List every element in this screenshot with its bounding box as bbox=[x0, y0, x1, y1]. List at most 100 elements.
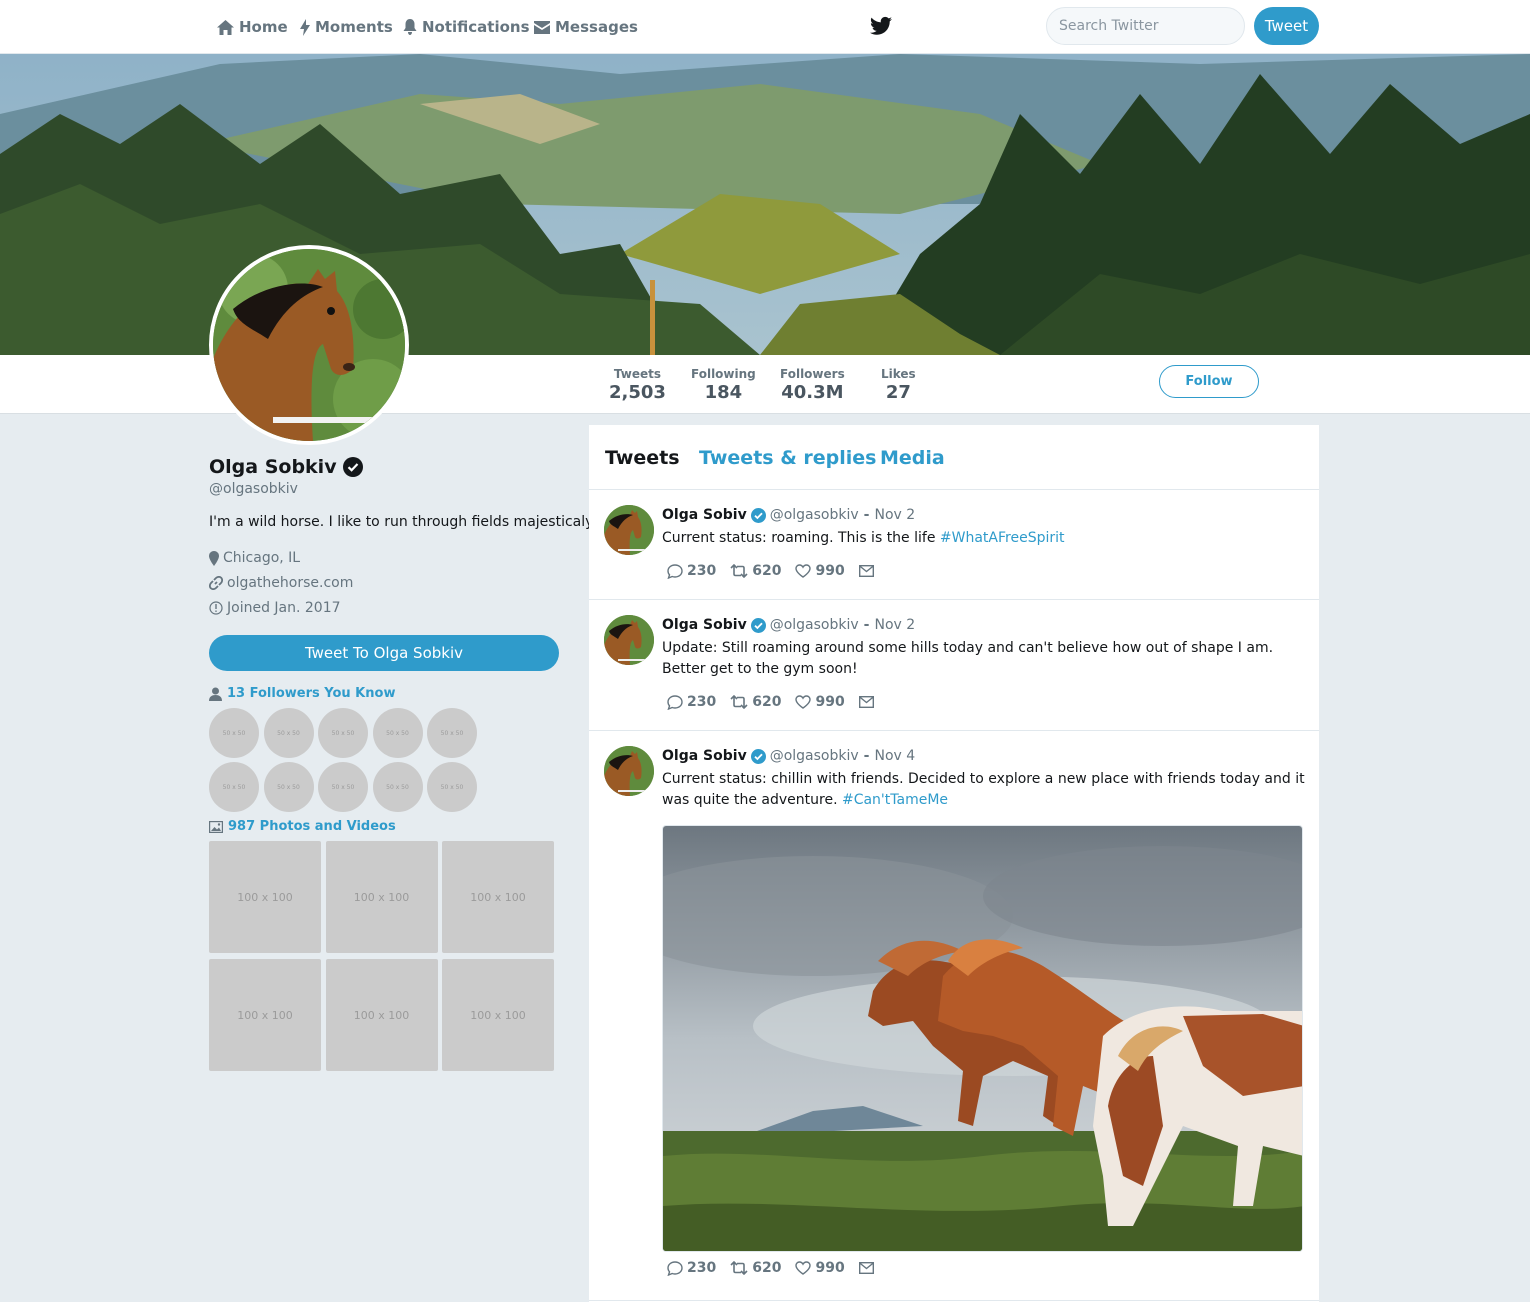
tweet-avatar[interactable] bbox=[604, 505, 654, 555]
tweet-hashtag[interactable]: #Can'tTameMe bbox=[842, 792, 948, 808]
stat-following-label: Following bbox=[691, 367, 756, 381]
profile-avatar[interactable] bbox=[209, 245, 409, 445]
tweet-to-button[interactable]: Tweet To Olga Sobkiv bbox=[209, 635, 559, 671]
profile-name: Olga Sobkiv bbox=[209, 456, 363, 478]
followers-you-know-link[interactable]: 13 Followers You Know bbox=[209, 686, 395, 701]
direct-message-button[interactable] bbox=[858, 1262, 874, 1274]
follow-button[interactable]: Follow bbox=[1159, 365, 1259, 398]
reply-button[interactable]: 230 bbox=[667, 563, 716, 579]
photo-thumbnail[interactable]: 100 x 100 bbox=[442, 959, 554, 1071]
retweet-icon bbox=[730, 1261, 748, 1275]
stat-likes-value: 27 bbox=[885, 382, 911, 403]
like-button[interactable]: 990 bbox=[795, 563, 845, 579]
nav-home[interactable]: Home bbox=[217, 16, 288, 38]
stat-tweets[interactable]: Tweets 2,503 bbox=[609, 367, 666, 403]
tweet-actions: 230 620 990 bbox=[667, 694, 888, 710]
follower-avatar[interactable]: 50 x 50 bbox=[372, 708, 423, 758]
stat-likes[interactable]: Likes 27 bbox=[881, 367, 916, 403]
profile-location: Chicago, IL bbox=[209, 550, 300, 566]
tweet-button[interactable]: Tweet bbox=[1254, 7, 1319, 45]
tweet-author-handle[interactable]: @olgasobkiv bbox=[770, 748, 859, 764]
follower-avatar[interactable]: 50 x 50 bbox=[209, 708, 259, 758]
follower-avatar[interactable]: 50 x 50 bbox=[209, 762, 259, 812]
user-icon bbox=[209, 687, 222, 701]
tweet-header: Olga Sobiv @olgasobkiv - Nov 2 bbox=[662, 617, 915, 633]
tab-tweets[interactable]: Tweets bbox=[605, 447, 680, 469]
tab-tweets-replies[interactable]: Tweets & replies bbox=[699, 447, 876, 469]
tweet-body: Current status: roaming. This is the lif… bbox=[662, 530, 940, 546]
tweet[interactable]: Olga Sobiv @olgasobkiv - Nov 4 Current s… bbox=[589, 731, 1319, 1301]
reply-count: 230 bbox=[687, 563, 717, 579]
tweet-avatar[interactable] bbox=[604, 746, 654, 796]
tweet-actions: 230 620 990 bbox=[667, 563, 888, 579]
photo-thumbnail[interactable]: 100 x 100 bbox=[209, 841, 321, 953]
reply-button[interactable]: 230 bbox=[667, 694, 716, 710]
photos-videos-link[interactable]: 987 Photos and Videos bbox=[209, 819, 396, 834]
heart-icon bbox=[795, 564, 812, 578]
verified-badge-icon bbox=[750, 748, 766, 764]
nav-messages[interactable]: Messages bbox=[534, 16, 638, 38]
reply-icon bbox=[667, 694, 683, 710]
profile-website[interactable]: olgathehorse.com bbox=[209, 575, 353, 591]
reply-button[interactable]: 230 bbox=[667, 1260, 716, 1276]
photo-thumbnail[interactable]: 100 x 100 bbox=[442, 841, 554, 953]
retweet-button[interactable]: 620 bbox=[730, 1260, 781, 1276]
profile-bio: I'm a wild horse. I like to run through … bbox=[209, 514, 596, 530]
search-input[interactable] bbox=[1046, 7, 1245, 45]
direct-message-button[interactable] bbox=[858, 565, 874, 577]
reply-count: 230 bbox=[687, 1260, 717, 1276]
tweet[interactable]: Olga Sobiv @olgasobkiv - Nov 2 Current s… bbox=[589, 490, 1319, 600]
photo-thumbnail[interactable]: 100 x 100 bbox=[325, 841, 438, 953]
map-pin-icon bbox=[209, 550, 219, 566]
stat-following[interactable]: Following 184 bbox=[691, 367, 756, 403]
tweet-hashtag[interactable]: #WhatAFreeSpirit bbox=[940, 530, 1065, 546]
tweet-date[interactable]: Nov 4 bbox=[874, 748, 915, 764]
tweet-author-name[interactable]: Olga Sobiv bbox=[662, 617, 747, 633]
follower-avatar[interactable]: 50 x 50 bbox=[318, 708, 368, 758]
tab-media[interactable]: Media bbox=[880, 447, 945, 469]
tweet-media-image[interactable] bbox=[662, 825, 1303, 1252]
photo-thumbnail[interactable]: 100 x 100 bbox=[325, 959, 438, 1071]
tweet[interactable]: Olga Sobiv @olgasobkiv - Nov 2 Update: S… bbox=[589, 600, 1319, 731]
nav-moments[interactable]: Moments bbox=[300, 16, 393, 38]
tweet-date[interactable]: Nov 2 bbox=[874, 507, 915, 523]
tweet-author-name[interactable]: Olga Sobiv bbox=[662, 748, 747, 764]
tweet-author-handle[interactable]: @olgasobkiv bbox=[770, 507, 859, 523]
stat-followers[interactable]: Followers 40.3M bbox=[780, 367, 845, 403]
tweet-author-name[interactable]: Olga Sobiv bbox=[662, 507, 747, 523]
like-button[interactable]: 990 bbox=[795, 1260, 845, 1276]
stat-tweets-label: Tweets bbox=[613, 367, 662, 381]
like-button[interactable]: 990 bbox=[795, 694, 845, 710]
retweet-count: 620 bbox=[752, 694, 782, 710]
twitter-bird-icon[interactable] bbox=[870, 16, 892, 36]
tweet-avatar[interactable] bbox=[604, 615, 654, 665]
follower-avatar[interactable]: 50 x 50 bbox=[263, 708, 314, 758]
follower-avatar[interactable]: 50 x 50 bbox=[427, 762, 477, 812]
follower-avatar[interactable]: 50 x 50 bbox=[372, 762, 423, 812]
follower-avatar[interactable]: 50 x 50 bbox=[318, 762, 368, 812]
nav-moments-label: Moments bbox=[315, 18, 393, 36]
follower-avatar[interactable]: 50 x 50 bbox=[263, 762, 314, 812]
profile-name-text: Olga Sobkiv bbox=[209, 456, 337, 478]
like-count: 990 bbox=[815, 694, 845, 710]
retweet-button[interactable]: 620 bbox=[730, 694, 781, 710]
direct-message-button[interactable] bbox=[858, 696, 874, 708]
photos-grid: 100 x 100 100 x 100 100 x 100 100 x 100 … bbox=[209, 841, 554, 1071]
profile-location-text: Chicago, IL bbox=[223, 550, 301, 566]
retweet-button[interactable]: 620 bbox=[730, 563, 781, 579]
image-icon bbox=[209, 820, 223, 833]
nav-notifications[interactable]: Notifications bbox=[403, 16, 530, 38]
heart-icon bbox=[795, 1261, 812, 1275]
tweet-author-handle[interactable]: @olgasobkiv bbox=[770, 617, 859, 633]
stat-tweets-value: 2,503 bbox=[609, 382, 666, 403]
profile-joined: Joined Jan. 2017 bbox=[209, 600, 341, 616]
tweet-text: Current status: roaming. This is the lif… bbox=[662, 528, 1307, 549]
follower-avatar[interactable]: 50 x 50 bbox=[427, 708, 477, 758]
retweet-icon bbox=[730, 564, 748, 578]
reply-count: 230 bbox=[687, 694, 717, 710]
timeline: Tweets Tweets & replies Media Olga Sobiv… bbox=[589, 425, 1319, 1302]
tweet-date[interactable]: Nov 2 bbox=[874, 617, 915, 633]
photo-thumbnail[interactable]: 100 x 100 bbox=[209, 959, 321, 1071]
reply-icon bbox=[667, 563, 683, 579]
tweet-text: Update: Still roaming around some hills … bbox=[662, 638, 1307, 680]
